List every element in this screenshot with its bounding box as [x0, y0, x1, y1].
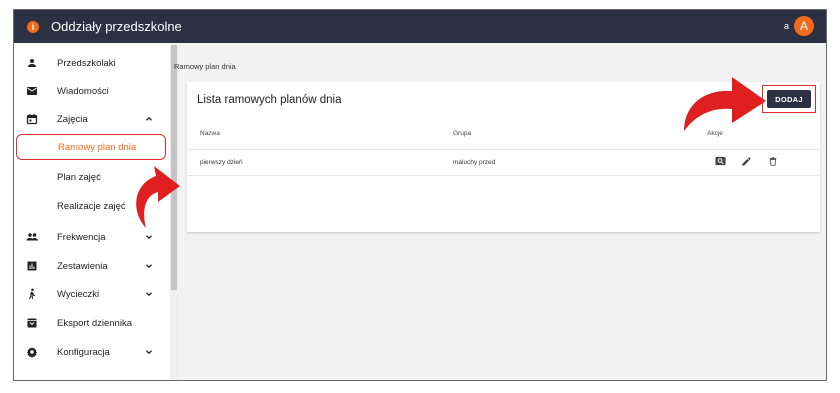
sidebar-item-label: Wiadomości [57, 85, 109, 97]
chevron-down-icon [144, 347, 154, 357]
delete-icon[interactable] [767, 155, 779, 167]
sidebar-item-konfiguracja[interactable]: Konfiguracja [14, 339, 169, 365]
preview-icon[interactable] [714, 155, 726, 167]
sidebar-item-label: Ramowy plan dnia [58, 141, 137, 153]
user-menu[interactable]: a A [784, 16, 814, 36]
chevron-down-icon [144, 232, 154, 242]
page-title: Lista ramowych planów dnia [197, 94, 342, 106]
chevron-down-icon [144, 261, 154, 271]
breadcrumb: Ramowy plan dnia [174, 62, 236, 71]
sidebar-item-label: Konfiguracja [57, 346, 110, 358]
sidebar-item-wycieczki[interactable]: Wycieczki [14, 281, 169, 307]
sidebar-item-label: Zestawienia [57, 260, 108, 272]
sidebar-item-eksport-dziennika[interactable]: Eksport dziennika [14, 310, 169, 336]
sidebar-item-label: Plan zajęć [57, 171, 101, 183]
sidebar-item-zajecia[interactable]: Zajęcia [14, 106, 169, 132]
header-divider [187, 149, 820, 150]
gear-icon [25, 345, 39, 359]
edit-icon[interactable] [740, 155, 752, 167]
people-icon [25, 230, 39, 244]
app-title: Oddziały przedszkolne [51, 19, 182, 34]
column-header-group: Grupa [453, 130, 472, 137]
chevron-up-icon [144, 114, 154, 124]
app-logo-glyph: i [31, 21, 35, 32]
sidebar-item-label: Frekwencja [57, 231, 106, 243]
avatar[interactable]: A [794, 16, 814, 36]
person-icon [25, 56, 39, 70]
sidebar-item-przedszkolaki[interactable]: Przedszkolaki [14, 50, 169, 76]
add-button-highlight: DODAJ [762, 85, 816, 113]
chart-icon [25, 259, 39, 273]
sidebar-item-wiadomosci[interactable]: Wiadomości [14, 78, 169, 104]
row-divider [187, 175, 820, 176]
sidebar-item-label: Eksport dziennika [57, 317, 132, 329]
calendar-icon [25, 112, 39, 126]
top-app-bar: i Oddziały przedszkolne a A [14, 10, 826, 43]
column-header-name: Nazwa [200, 130, 220, 137]
sidebar-item-label: Realizacje zajęć [57, 200, 126, 212]
walk-icon [25, 287, 39, 301]
arrow-pointer-icon [684, 77, 766, 131]
sidebar-item-label: Wycieczki [57, 288, 100, 300]
user-name: a [783, 21, 789, 31]
archive-icon [25, 316, 39, 330]
arrow-pointer-icon [136, 166, 180, 228]
cell-name: pierwszy dzień [200, 159, 243, 166]
mail-icon [25, 84, 39, 98]
app-logo-icon: i [27, 20, 39, 33]
sidebar-item-zestawienia[interactable]: Zestawienia [14, 253, 169, 279]
sidebar-item-label: Zajęcia [57, 113, 88, 125]
sidebar-item-label: Przedszkolaki [57, 57, 116, 69]
add-button[interactable]: DODAJ [767, 90, 811, 108]
chevron-down-icon [144, 289, 154, 299]
cell-group: maluchy przed [453, 159, 496, 166]
